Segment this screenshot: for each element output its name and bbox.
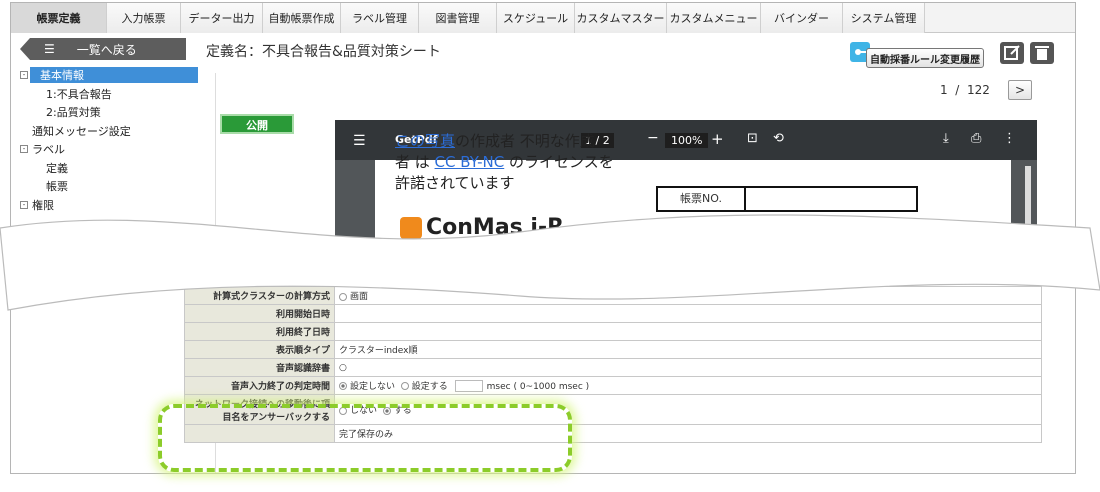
tree-item-notification[interactable]: 通知メッセージ設定: [20, 122, 200, 141]
photo-link[interactable]: この写真: [395, 132, 455, 150]
radio-yes[interactable]: [382, 406, 391, 415]
collapse-icon[interactable]: -: [20, 71, 28, 80]
tab-data-output[interactable]: データー出力: [181, 3, 263, 33]
tree-item-sheet-1[interactable]: 1:不具合報告: [20, 85, 200, 104]
pager-separator: /: [955, 83, 960, 97]
next-page-button[interactable]: >: [1008, 80, 1032, 100]
setting-value: 画面: [334, 286, 1042, 305]
print-icon[interactable]: ⎙: [971, 131, 981, 146]
tree-item-permission[interactable]: - 権限: [20, 196, 200, 215]
setting-key: ネットワーク接続への移動後に項目名をアンサーバックする: [184, 394, 335, 425]
tab-system-management[interactable]: システム管理: [843, 3, 925, 33]
download-icon[interactable]: ⤓: [943, 131, 949, 146]
pager-total: 122: [966, 83, 990, 97]
table-row: 音声認識辞書 ○: [184, 358, 1042, 377]
zoom-in-icon[interactable]: +: [711, 130, 724, 148]
setting-key: 音声認識辞書: [184, 358, 335, 377]
table-row: 表示順タイプ クラスターindex順: [184, 340, 1042, 359]
table-row: 完了保存のみ: [184, 424, 1042, 443]
setting-key: [184, 424, 335, 443]
form-number-box: 帳票NO.: [656, 186, 918, 212]
setting-key: 音声入力終了の判定時間: [184, 376, 335, 395]
setting-key: 計算式クラスターの計算方式: [184, 286, 335, 305]
setting-key: 利用開始日時: [184, 304, 335, 323]
collapse-icon[interactable]: -: [20, 145, 28, 154]
status-badge: 公開: [220, 114, 294, 134]
setting-value: 設定しない 設定する msec ( 0~1000 msec ): [334, 376, 1042, 395]
table-row: 音声入力終了の判定時間 設定しない 設定する msec ( 0~1000 mse…: [184, 376, 1042, 395]
more-icon[interactable]: ⋮: [1003, 131, 1016, 146]
tab-auto-form[interactable]: 自動帳票作成: [263, 3, 341, 33]
settings-table: 計算式クラスターの計算方式 画面 利用開始日時 利用終了日時 表示順タイプ クラ…: [184, 286, 1042, 443]
menu-icon[interactable]: ☰: [353, 133, 366, 149]
tree-item-basic-info[interactable]: - 基本情報: [20, 66, 200, 85]
msec-input[interactable]: [454, 380, 483, 393]
pager-current: 1: [940, 83, 948, 97]
tab-label-management[interactable]: ラベル管理: [341, 3, 419, 33]
setting-value: 完了保存のみ: [334, 424, 1042, 443]
table-row: 利用開始日時: [184, 304, 1042, 323]
setting-key: 表示順タイプ: [184, 340, 335, 359]
tab-library-management[interactable]: 図書管理: [419, 3, 497, 33]
photo-credit-overlay: この写真の作成者 不明な作成 者 は CC BY-NC のライセンスを 許諾され…: [395, 132, 614, 192]
conmas-logo-icon: [400, 217, 422, 239]
tree-item-form[interactable]: 帳票: [20, 177, 200, 196]
brand-logo: ConMas i-R: [400, 215, 564, 240]
setting-key: 利用終了日時: [184, 322, 335, 341]
collapse-icon[interactable]: -: [20, 200, 28, 209]
tab-custom-menu[interactable]: カスタムメニュー: [667, 3, 761, 33]
pdf-scrollbar[interactable]: [1025, 166, 1031, 226]
back-to-list-label: 一覧へ戻る: [76, 42, 137, 57]
fit-page-icon[interactable]: ⊡: [747, 131, 758, 146]
setting-value: クラスターindex順: [334, 340, 1042, 359]
tree-item-label[interactable]: - ラベル: [20, 140, 200, 159]
radio-set[interactable]: [400, 382, 409, 391]
setting-value: ○: [334, 358, 1042, 377]
top-nav: 帳票定義 入力帳票 データー出力 自動帳票作成 ラベル管理 図書管理 スケジュー…: [11, 3, 1075, 33]
radio[interactable]: [339, 292, 347, 301]
radio-not-set[interactable]: [339, 382, 347, 391]
page-title: 定義名：不具合報告&品質対策シート: [206, 44, 441, 60]
form-number-label: 帳票NO.: [658, 188, 746, 210]
tab-schedule[interactable]: スケジュール: [497, 3, 575, 33]
tree-item-sheet-2[interactable]: 2:品質対策: [20, 103, 200, 122]
rotate-icon[interactable]: ⟲: [773, 131, 784, 146]
setting-value[interactable]: [334, 304, 1042, 323]
rule-history-button[interactable]: 自動採番ルール変更履歴: [866, 48, 984, 68]
table-row: ネットワーク接続への移動後に項目名をアンサーバックする しない する: [184, 394, 1042, 425]
sheet-title-fragment: 品質対策シート: [780, 222, 920, 246]
list-icon: ☰: [44, 42, 55, 56]
back-to-list-button[interactable]: ☰ 一覧へ戻る: [20, 38, 186, 60]
pager-text: 1 / 122: [940, 83, 990, 97]
radio-no[interactable]: [339, 406, 347, 415]
setting-value: しない する: [334, 394, 1042, 425]
tree-item-definition[interactable]: 定義: [20, 159, 200, 178]
table-row: 利用終了日時: [184, 322, 1042, 341]
tab-custom-master[interactable]: カスタムマスター: [575, 3, 667, 33]
edit-icon[interactable]: [1000, 42, 1024, 64]
tab-form-definition[interactable]: 帳票定義: [11, 3, 107, 33]
license-link[interactable]: CC BY-NC: [435, 153, 505, 171]
table-row: 計算式クラスターの計算方式 画面: [184, 286, 1042, 305]
trash-icon[interactable]: [1030, 42, 1054, 64]
setting-value[interactable]: [334, 322, 1042, 341]
tab-input-forms[interactable]: 入力帳票: [107, 3, 181, 33]
definition-tree: - 基本情報 1:不具合報告 2:品質対策 通知メッセージ設定 - ラベル 定義…: [20, 66, 200, 214]
tab-binder[interactable]: バインダー: [761, 3, 843, 33]
